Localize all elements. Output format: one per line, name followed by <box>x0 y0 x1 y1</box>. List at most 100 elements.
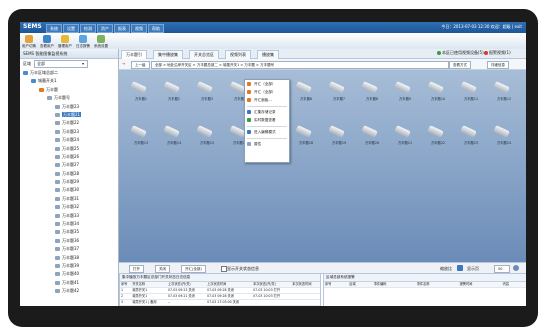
tab-switch-overview[interactable]: 开关总览区 <box>189 50 219 59</box>
camera-tile[interactable]: 万丰题7 <box>325 81 349 104</box>
view-users-button[interactable]: 查看用户 <box>40 35 54 49</box>
tree-item[interactable]: 万丰区域总部二 <box>20 69 118 77</box>
tree-item[interactable]: 万丰题号 <box>20 94 118 102</box>
detail-info-button[interactable]: 详细信息 <box>487 61 509 69</box>
camera-tile[interactable]: 万丰题10 <box>424 81 448 104</box>
view-mode-button[interactable]: 查看方式 <box>449 61 471 69</box>
tree-item[interactable]: 万丰题30 <box>20 186 118 194</box>
tree-item[interactable]: 万丰题23 <box>20 103 118 111</box>
tree-item[interactable]: 万丰题27 <box>20 161 118 169</box>
tree-item[interactable]: 万丰题26 <box>20 153 118 161</box>
tree-item[interactable]: 万丰题41 <box>20 279 118 287</box>
camera-tile[interactable]: 万丰题9 <box>391 81 415 104</box>
tree-item[interactable]: 万丰题35 <box>20 228 118 236</box>
tree-item[interactable]: 万丰题34 <box>20 220 118 228</box>
device-icon <box>55 205 60 210</box>
menu-system[interactable]: 系统 <box>46 24 62 33</box>
menu-assets[interactable]: 资产 <box>97 24 113 33</box>
close-button[interactable]: 关闭 <box>155 265 170 273</box>
app-logo: SEMS <box>23 23 42 30</box>
column-header[interactable]: 报警时间 <box>458 282 502 288</box>
tree-item[interactable]: 万丰题22 <box>20 119 118 127</box>
tree-item-label: 万丰题37 <box>62 246 80 252</box>
tree-item[interactable]: 万丰题29 <box>20 178 118 186</box>
context-menu-item[interactable]: 汇集存储记录 <box>245 108 289 116</box>
context-menu-item[interactable]: 开汇（全部） <box>245 80 289 88</box>
tree-item-label: 万丰题42 <box>62 288 80 294</box>
manage-users-button[interactable]: 管理用户 <box>58 35 72 49</box>
menu-help[interactable]: 帮助 <box>148 24 164 33</box>
context-menu-item[interactable]: 进入编辑模式 <box>245 128 289 136</box>
refresh-icon[interactable] <box>513 265 519 271</box>
column-header[interactable]: 序号 <box>324 282 349 288</box>
tree-item[interactable]: 万丰题42 <box>20 287 118 295</box>
camera-tile[interactable]: 万丰题6 <box>292 81 316 104</box>
tree-item[interactable]: 城墨开关1 <box>20 77 118 85</box>
camera-tile[interactable]: 万丰题23 <box>457 125 481 148</box>
tree-item[interactable]: 万丰题24 <box>20 136 118 144</box>
tree-item-label: 万丰区域总部二 <box>30 70 58 75</box>
tab-playlist[interactable]: 播放集 <box>257 50 279 59</box>
tree-item[interactable]: 万丰题25 <box>20 145 118 153</box>
tree-item[interactable]: 万丰题38 <box>20 254 118 262</box>
camera-icon <box>130 125 147 138</box>
tab-camera-view[interactable]: 万丰题引 <box>121 50 147 59</box>
menu-reports[interactable]: 报表 <box>114 24 130 33</box>
open-button[interactable]: 打开 <box>129 265 144 273</box>
context-menu-item[interactable]: 开汇（全部） <box>245 88 289 96</box>
camera-tile[interactable]: 万丰题11 <box>457 81 481 104</box>
camera-tile[interactable]: 万丰题14 <box>160 125 184 148</box>
menu-settings[interactable]: 设置 <box>63 24 79 33</box>
camera-tile[interactable]: 万丰题2 <box>160 81 184 104</box>
tree-item[interactable]: 万丰题28 <box>20 170 118 178</box>
tree-item[interactable]: 万丰题36 <box>20 237 118 245</box>
camera-tile[interactable]: 万丰题13 <box>127 125 151 148</box>
up-level-button[interactable]: 上一级 <box>131 61 150 69</box>
tree-item[interactable]: 万丰题39 <box>20 262 118 270</box>
tree-item[interactable]: 万丰题37 <box>20 245 118 253</box>
open-all-button[interactable]: 开汇(全部) <box>181 265 206 273</box>
zoom-icon[interactable] <box>457 265 463 271</box>
device-icon <box>55 230 60 235</box>
column-header[interactable]: 内容 <box>501 282 526 288</box>
camera-tile[interactable]: 万丰题24 <box>490 125 514 148</box>
tree-item[interactable]: 万丰题 <box>20 86 118 94</box>
camera-tile[interactable]: 万丰题20 <box>358 125 382 148</box>
column-header[interactable]: 事件编码 <box>372 282 416 288</box>
camera-tile[interactable]: 万丰题15 <box>193 125 217 148</box>
tree-item[interactable]: 万丰题23 <box>20 128 118 136</box>
menu-video[interactable]: 视频 <box>131 24 147 33</box>
log-alarm-button[interactable]: 日志报警 <box>76 35 90 49</box>
chevron-down-icon[interactable]: ▾ <box>82 61 84 66</box>
switch-user-button[interactable]: 用户切换 <box>22 35 36 49</box>
camera-tile[interactable]: 万丰题12 <box>490 81 514 104</box>
column-header[interactable]: 区域 <box>348 282 373 288</box>
camera-tile[interactable]: 万丰题19 <box>325 125 349 148</box>
tree-item[interactable]: 万丰题31 <box>20 195 118 203</box>
system-settings-button[interactable]: 系统设置 <box>94 35 108 49</box>
tab-group-playback[interactable]: 集中播放集 <box>153 50 183 59</box>
column-header[interactable]: 事件名称 <box>415 282 459 288</box>
context-menu-item[interactable]: 开汇面板... <box>245 96 289 104</box>
menu-detect[interactable]: 检测 <box>80 24 96 33</box>
tree-item[interactable]: 万丰题32 <box>20 203 118 211</box>
camera-tile[interactable]: 万丰题8 <box>358 81 382 104</box>
camera-tile[interactable]: 万丰题21 <box>391 125 415 148</box>
context-menu-item[interactable]: 属性 <box>245 140 289 148</box>
tree-item[interactable]: 万丰题21 <box>20 111 118 119</box>
camera-tile[interactable]: 万丰题3 <box>193 81 217 104</box>
camera-tile[interactable]: 万丰题18 <box>292 125 316 148</box>
camera-tile[interactable]: 万丰题1 <box>127 81 151 104</box>
camera-tile[interactable]: 万丰题22 <box>424 125 448 148</box>
context-menu-item[interactable]: 实时数据查看 <box>245 116 289 124</box>
table-cell: 城墨开关1 | 备用 <box>131 305 167 306</box>
tree-item[interactable]: 万丰题33 <box>20 212 118 220</box>
tab-video-list[interactable]: 视频列表 <box>225 50 251 59</box>
table-row[interactable]: 4城墨开关1 | 备用--07-03 17:03:24 关闭 <box>120 305 320 306</box>
area-filter-select[interactable]: 全部 <box>34 60 88 68</box>
alarm-table: 序号 区域 事件编码 事件名称 报警时间 内容 <box>324 282 526 288</box>
rows-per-page-input[interactable]: 50 <box>494 265 510 273</box>
up-arrow-icon[interactable]: ➜ <box>122 61 125 66</box>
camera-label: 万丰题23 <box>463 141 479 145</box>
tree-item[interactable]: 万丰题40 <box>20 270 118 278</box>
